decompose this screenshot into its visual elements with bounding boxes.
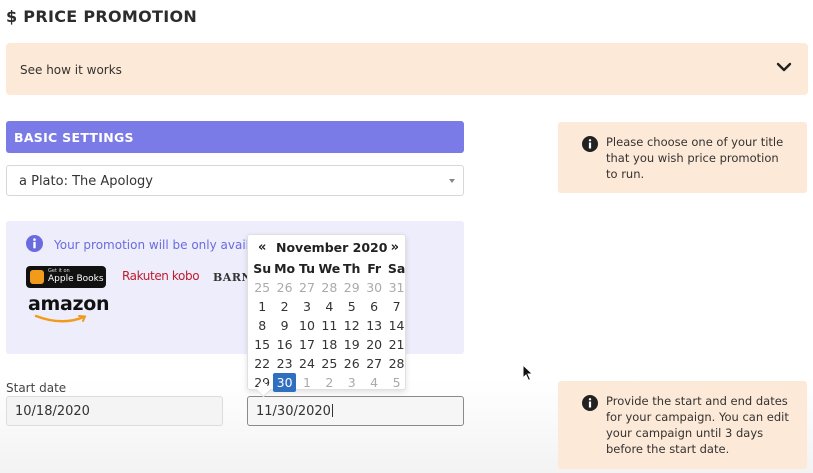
- availability-text: Your promotion will be only availab: [54, 238, 264, 252]
- mouse-pointer-icon: [522, 364, 534, 382]
- calendar-day[interactable]: 26: [273, 278, 295, 297]
- weekday-label: Mo: [274, 261, 296, 276]
- title-info-text: Please choose one of your title that you…: [606, 135, 784, 181]
- calendar-day[interactable]: 6: [363, 297, 385, 316]
- weekday-label: Su: [253, 261, 272, 276]
- calendar-week-row: 15 16 17 18 19 20 21: [251, 335, 408, 354]
- calendar-day[interactable]: 24: [296, 354, 318, 373]
- calendar-day[interactable]: 26: [341, 354, 363, 373]
- calendar-day[interactable]: 20: [363, 335, 385, 354]
- calendar-day[interactable]: 2: [273, 297, 295, 316]
- weekday-label: Fr: [367, 261, 382, 276]
- month-title[interactable]: November 2020: [276, 240, 387, 255]
- prev-month-button[interactable]: «: [258, 240, 266, 255]
- title-info-box: Please choose one of your title that you…: [558, 122, 807, 193]
- text-cursor: [331, 404, 333, 417]
- calendar-day[interactable]: 21: [385, 335, 407, 354]
- calendar-day[interactable]: 31: [385, 278, 407, 297]
- calendar-day[interactable]: 25: [251, 278, 273, 297]
- start-date-input[interactable]: 10/18/2020: [6, 396, 223, 426]
- calendar-day[interactable]: 23: [273, 354, 295, 373]
- datepicker: « November 2020 » Su Mo Tu We Th Fr Sa 25 26 27 28…: [247, 234, 408, 392]
- datepicker-header: « November 2020 »: [248, 239, 407, 256]
- calendar-day[interactable]: 29: [341, 278, 363, 297]
- calendar-day[interactable]: 15: [251, 335, 273, 354]
- weekday-label: Tu: [298, 261, 315, 276]
- how-it-works-toggle[interactable]: See how it works: [6, 43, 808, 95]
- start-date-label: Start date: [6, 381, 67, 395]
- basic-settings-label: BASIC SETTINGS: [14, 130, 134, 145]
- how-it-works-label: See how it works: [20, 63, 122, 77]
- end-date-input[interactable]: 11/30/2020: [247, 396, 464, 426]
- apple-books-text: Apple Books: [48, 274, 104, 284]
- basic-settings-header: BASIC SETTINGS: [6, 121, 464, 153]
- calendar-day[interactable]: 9: [273, 316, 295, 335]
- weekday-header-row: Su Mo Tu We Th Fr Sa: [251, 259, 408, 278]
- end-date-value: 11/30/2020: [256, 404, 331, 419]
- calendar-day[interactable]: 2: [318, 373, 340, 392]
- apple-books-icon: [30, 270, 44, 284]
- calendar-week-row: 29 30 1 2 3 4 5: [251, 373, 408, 392]
- kobo-logo: Rakuten kobo: [122, 269, 200, 283]
- calendar-week-row: 22 23 24 25 26 27 28: [251, 354, 408, 373]
- weekday-label: We: [318, 261, 341, 276]
- apple-books-logo: Get it on Apple Books: [26, 266, 106, 288]
- chevron-down-icon[interactable]: [774, 57, 794, 77]
- calendar-day[interactable]: 8: [251, 316, 273, 335]
- title-select-value: a Plato: The Apology: [19, 174, 153, 189]
- calendar-day[interactable]: 22: [251, 354, 273, 373]
- start-date-value: 10/18/2020: [15, 404, 90, 419]
- calendar-day[interactable]: 11: [318, 316, 340, 335]
- calendar-day[interactable]: 28: [318, 278, 340, 297]
- calendar-day[interactable]: 1: [251, 297, 273, 316]
- calendar-day[interactable]: 29: [251, 373, 273, 392]
- calendar-week-row: 1234567: [251, 297, 408, 316]
- calendar-day-selected[interactable]: 30: [273, 373, 296, 392]
- amazon-smile-icon: [34, 314, 87, 323]
- page-title: $ PRICE PROMOTION: [6, 7, 198, 26]
- calendar-day[interactable]: 17: [296, 335, 318, 354]
- calendar-day[interactable]: 30: [363, 278, 385, 297]
- info-icon: [582, 136, 598, 152]
- calendar-day[interactable]: 4: [363, 373, 385, 392]
- calendar-day[interactable]: 27: [296, 278, 318, 297]
- calendar-day[interactable]: 16: [273, 335, 295, 354]
- info-icon: [26, 235, 43, 252]
- calendar-week-row: 8 9 10 11 12 13 14: [251, 316, 408, 335]
- weekday-label: Sa: [387, 261, 406, 276]
- weekday-label: Th: [343, 261, 361, 276]
- info-icon: [582, 395, 598, 411]
- calendar-day[interactable]: 10: [296, 316, 318, 335]
- calendar-grid: Su Mo Tu We Th Fr Sa 25 26 27 28 29 30 31 1 2 3 4 5 6 7 8 9 10 1…: [251, 259, 408, 392]
- calendar-day[interactable]: 5: [341, 297, 363, 316]
- calendar-day[interactable]: 18: [318, 335, 340, 354]
- calendar-day[interactable]: 13: [363, 316, 385, 335]
- calendar-day[interactable]: 12: [341, 316, 363, 335]
- calendar-day[interactable]: 3: [341, 373, 363, 392]
- amazon-logo: amazon: [28, 293, 110, 315]
- calendar-day[interactable]: 4: [318, 297, 340, 316]
- calendar-day[interactable]: 14: [385, 316, 407, 335]
- calendar-day[interactable]: 28: [385, 354, 407, 373]
- calendar-day[interactable]: 3: [296, 297, 318, 316]
- calendar-day[interactable]: 1: [296, 373, 318, 392]
- dates-info-text: Provide the start and end dates for your…: [606, 394, 789, 456]
- dates-info-box: Provide the start and end dates for your…: [558, 381, 807, 469]
- next-month-button[interactable]: »: [391, 240, 399, 255]
- calendar-day[interactable]: 5: [385, 373, 407, 392]
- caret-down-icon: [449, 179, 455, 183]
- calendar-day[interactable]: 25: [318, 354, 340, 373]
- calendar-day[interactable]: 27: [363, 354, 385, 373]
- calendar-day[interactable]: 19: [341, 335, 363, 354]
- calendar-week-row: 25 26 27 28 29 30 31: [251, 278, 408, 297]
- title-select[interactable]: a Plato: The Apology: [6, 165, 464, 196]
- calendar-day[interactable]: 7: [385, 297, 407, 316]
